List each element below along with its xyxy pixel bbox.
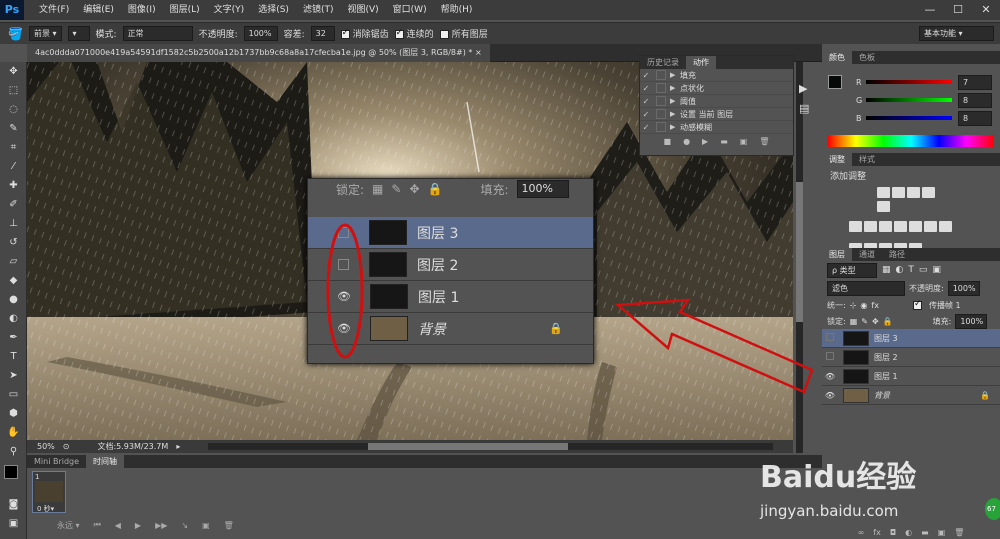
red-arrow-annotation [614,298,814,394]
baidu-brand: Baidu经验 [760,460,917,495]
baidu-url: jingyan.baidu.com [760,502,899,520]
baidu-watermark: Baidu经验 jingyan.baidu.com [760,452,960,522]
red-circle-annotation [326,223,364,359]
notification-badge[interactable]: 67 [985,498,1000,520]
